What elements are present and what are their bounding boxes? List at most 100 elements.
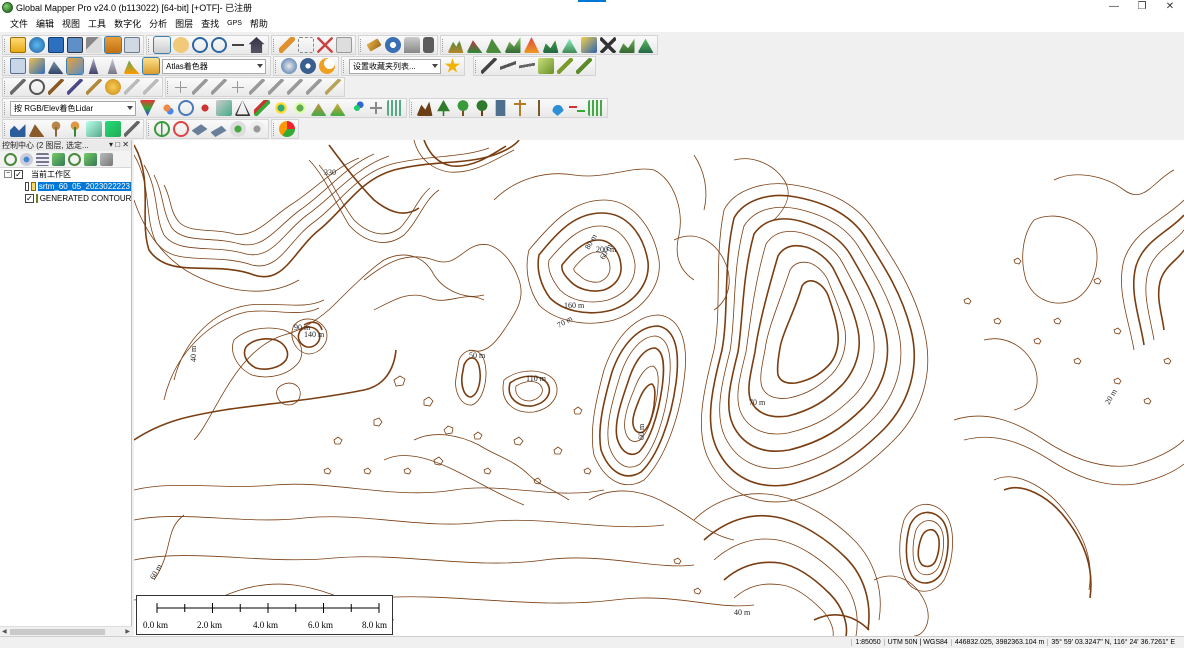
lidar-classify-icon[interactable] bbox=[158, 100, 175, 116]
delete-icon[interactable] bbox=[316, 37, 333, 53]
tree-dense-icon[interactable] bbox=[473, 100, 490, 116]
back-arrow-icon[interactable] bbox=[229, 37, 246, 53]
measure-ruler-icon[interactable] bbox=[365, 38, 382, 52]
menu-search[interactable]: 查找 bbox=[197, 17, 223, 30]
hillshade-icon[interactable] bbox=[47, 61, 64, 74]
curve-icon[interactable] bbox=[518, 58, 535, 74]
lidar-search-icon[interactable] bbox=[177, 100, 194, 116]
crosshair-icon[interactable] bbox=[367, 100, 384, 116]
cut-fill-icon[interactable] bbox=[637, 38, 654, 53]
contour-generate-icon[interactable] bbox=[542, 40, 559, 53]
zoom-layer-icon[interactable] bbox=[3, 152, 17, 166]
panel-horizontal-scrollbar[interactable]: ◀ ▶ bbox=[0, 626, 132, 636]
tree-extract-icon[interactable] bbox=[291, 100, 308, 116]
layer-row-srtm[interactable]: srtm_60_05_2023022223 bbox=[0, 180, 131, 192]
elevation-up-icon[interactable] bbox=[88, 58, 99, 74]
menu-digitize[interactable]: 数字化 bbox=[110, 17, 145, 30]
fly-icon[interactable] bbox=[191, 124, 208, 136]
path-profile-icon[interactable] bbox=[47, 79, 64, 95]
classify-icon[interactable] bbox=[104, 121, 121, 137]
menu-edit[interactable]: 编辑 bbox=[32, 17, 58, 30]
select-area-icon[interactable] bbox=[297, 37, 314, 53]
cross-tool-icon[interactable] bbox=[599, 37, 616, 53]
menu-help[interactable]: 帮助 bbox=[246, 17, 272, 30]
stop-icon[interactable] bbox=[172, 121, 189, 137]
scroll-right-icon[interactable]: ▶ bbox=[125, 628, 130, 635]
minimize-button[interactable]: — bbox=[1100, 0, 1128, 15]
overlay-control-icon[interactable] bbox=[103, 36, 122, 54]
layer-name-srtm[interactable]: srtm_60_05_2023022223 bbox=[37, 181, 131, 191]
filter-icon[interactable] bbox=[139, 100, 156, 116]
layer-checkbox[interactable] bbox=[25, 181, 30, 191]
pole-icon[interactable] bbox=[530, 100, 547, 116]
line-of-sight-icon[interactable] bbox=[66, 79, 83, 95]
breakline-extract-icon[interactable] bbox=[568, 100, 585, 116]
attribute-table-icon[interactable] bbox=[35, 152, 49, 166]
pencil-icon[interactable] bbox=[278, 37, 295, 53]
breakline-icon[interactable] bbox=[253, 100, 270, 116]
info-icon[interactable] bbox=[384, 37, 401, 53]
save-icon[interactable] bbox=[47, 37, 64, 53]
menu-gps[interactable]: GPS bbox=[223, 20, 246, 27]
volume-icon[interactable] bbox=[485, 38, 502, 53]
building-icon[interactable] bbox=[495, 100, 506, 116]
globe-icon[interactable] bbox=[28, 37, 45, 53]
reshape-icon[interactable] bbox=[191, 79, 208, 95]
path-icon[interactable] bbox=[499, 58, 516, 74]
vertex-remove-icon[interactable] bbox=[267, 79, 284, 95]
terrain-layer-icon[interactable] bbox=[447, 40, 464, 53]
edit-vertex-icon[interactable] bbox=[556, 58, 573, 74]
open-folder-icon[interactable] bbox=[9, 37, 26, 53]
measure-icon[interactable] bbox=[9, 79, 26, 95]
zoom-in-icon[interactable] bbox=[191, 37, 208, 53]
profile-icon[interactable] bbox=[466, 40, 483, 53]
scroll-thumb[interactable] bbox=[10, 629, 105, 635]
workspace-icon[interactable] bbox=[66, 37, 83, 53]
marker-icon[interactable] bbox=[66, 121, 83, 137]
layout-icon[interactable] bbox=[9, 58, 26, 74]
join-icon[interactable] bbox=[305, 79, 322, 95]
workspace-row[interactable]: − ✓ 当前工作区 bbox=[0, 168, 131, 180]
cluster-icon[interactable] bbox=[348, 100, 365, 116]
check-icon[interactable] bbox=[123, 79, 140, 95]
layer-options-icon[interactable] bbox=[51, 152, 65, 166]
menu-analysis[interactable]: 分析 bbox=[145, 17, 171, 30]
screen-icon[interactable] bbox=[335, 37, 352, 53]
tree-icon[interactable] bbox=[454, 100, 471, 116]
cloud-icon[interactable] bbox=[104, 79, 121, 95]
image-icon[interactable] bbox=[85, 121, 102, 137]
menu-tools[interactable]: 工具 bbox=[84, 17, 110, 30]
move-icon[interactable] bbox=[172, 79, 189, 95]
bars-icon[interactable] bbox=[386, 100, 403, 116]
brush-icon[interactable] bbox=[575, 58, 592, 74]
lidar-points-icon[interactable] bbox=[196, 100, 213, 116]
line-draw-icon[interactable] bbox=[480, 58, 497, 74]
contour-map[interactable]: 60 m70 m40 m90 m140 m50 m110 m200 m160 m… bbox=[134, 140, 1184, 636]
star-favorite-icon[interactable] bbox=[444, 58, 461, 73]
elevation-down-icon[interactable] bbox=[107, 58, 118, 74]
lidar-color-select[interactable]: 按 RGB/Elev着色Lidar bbox=[10, 100, 136, 116]
raster-calc-icon[interactable] bbox=[9, 124, 26, 137]
layer-manager-icon[interactable] bbox=[123, 37, 140, 53]
water-drop-icon[interactable] bbox=[551, 100, 564, 116]
pine-tree-icon[interactable] bbox=[437, 100, 450, 116]
split-icon[interactable] bbox=[286, 79, 303, 95]
menu-view[interactable]: 视图 bbox=[58, 17, 84, 30]
cross-section-icon[interactable] bbox=[142, 79, 159, 95]
device-icon[interactable] bbox=[422, 37, 434, 53]
collapse-icon[interactable]: − bbox=[4, 170, 12, 178]
triangle-icon[interactable] bbox=[234, 100, 251, 116]
sample-icon[interactable] bbox=[85, 79, 102, 95]
track-icon[interactable] bbox=[210, 125, 227, 137]
building-extract-icon[interactable] bbox=[272, 100, 289, 116]
rotate-icon[interactable] bbox=[210, 79, 227, 95]
pan-hand-icon[interactable] bbox=[172, 37, 189, 53]
grid-icon[interactable] bbox=[561, 38, 578, 53]
surface-icon[interactable] bbox=[329, 103, 346, 116]
panel-window-buttons[interactable]: ▾ □ ✕ bbox=[109, 140, 129, 149]
pie-chart-icon[interactable] bbox=[278, 121, 295, 137]
power-pole-icon[interactable] bbox=[511, 100, 528, 116]
layer-name-contour[interactable]: GENERATED CONTOUR bbox=[40, 194, 132, 203]
shading-toggle-icon[interactable] bbox=[65, 57, 84, 75]
pin-icon[interactable] bbox=[47, 121, 64, 137]
